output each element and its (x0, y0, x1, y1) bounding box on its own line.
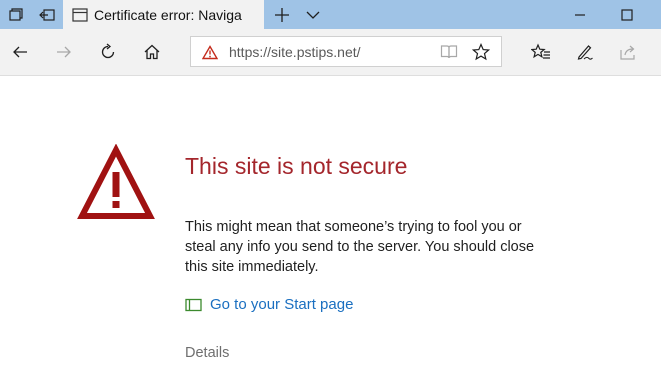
browser-window: Certificate error: Naviga https://site.p… (0, 0, 661, 390)
page-content: This site is not secure This might mean … (0, 76, 661, 390)
tab-strip: Certificate error: Naviga (0, 0, 661, 29)
book-icon[interactable] (440, 43, 458, 61)
refresh-icon[interactable] (94, 38, 122, 66)
url-text[interactable]: https://site.pstips.net/ (229, 44, 361, 60)
start-page-icon (185, 298, 202, 312)
set-tabs-aside-icon[interactable] (33, 0, 61, 29)
minimize-icon[interactable] (566, 0, 594, 29)
star-icon[interactable] (472, 43, 490, 61)
page-title: This site is not secure (185, 153, 408, 179)
plus-icon[interactable] (268, 0, 296, 29)
tab-preview-icon[interactable] (2, 0, 30, 29)
chevron-down-icon[interactable] (299, 0, 327, 29)
home-icon[interactable] (138, 38, 166, 66)
certificate-warning-icon[interactable] (201, 43, 219, 61)
address-bar[interactable]: https://site.pstips.net/ (190, 36, 502, 67)
share-icon[interactable] (614, 38, 642, 66)
start-page-link-label[interactable]: Go to your Start page (210, 296, 353, 313)
navigation-toolbar: https://site.pstips.net/ (0, 29, 661, 76)
details-link[interactable]: Details (185, 345, 229, 361)
tab-active[interactable]: Certificate error: Naviga (63, 0, 264, 29)
pen-icon[interactable] (571, 38, 599, 66)
favorites-hub-icon[interactable] (527, 38, 555, 66)
forward-arrow-icon[interactable] (50, 38, 78, 66)
back-arrow-icon[interactable] (6, 38, 34, 66)
tab-title: Certificate error: Naviga (94, 6, 242, 23)
maximize-icon[interactable] (613, 0, 641, 29)
warning-message: This might mean that someone’s trying to… (185, 219, 535, 275)
start-page-link[interactable]: Go to your Start page (185, 296, 353, 313)
page-icon (72, 7, 88, 22)
warning-triangle-icon (77, 143, 155, 226)
